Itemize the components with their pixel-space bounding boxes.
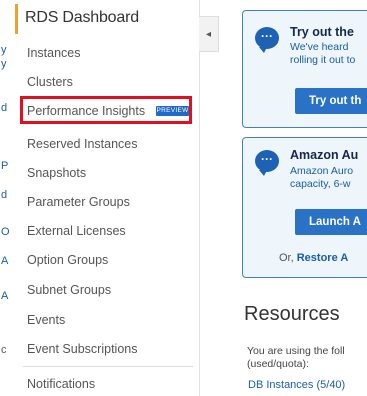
card-text: Amazon Auro [290,165,354,177]
try-out-button[interactable]: Try out th [295,88,367,114]
card-title: Amazon Au [290,148,359,162]
preview-badge: PREVIEW [156,106,189,116]
sidebar-item-instances[interactable]: Instances [27,46,81,60]
card-text: capacity, 6-w [290,178,351,190]
chevron-left-icon: ◂ [205,28,212,40]
sidebar-item-external-licenses[interactable]: External Licenses [27,224,126,238]
footer-prefix: Or, [279,252,294,264]
sidebar-item-performance-insights[interactable]: Performance Insights PREVIEW [20,96,192,124]
clipped-left-panel: y y d P d O A A c [0,0,14,396]
restore-link[interactable]: Restore A [297,252,349,264]
edge-fragment: y [1,58,7,70]
collapse-sidebar-button[interactable]: ◂ [199,16,219,52]
panel-divider [199,0,200,396]
edge-fragment: d [1,102,8,114]
sidebar-item-subnet-groups[interactable]: Subnet Groups [27,283,111,297]
edge-fragment: O [1,226,10,238]
sidebar-item-clusters[interactable]: Clusters [27,75,73,89]
sidebar-item-label: Performance Insights [27,104,146,118]
sidebar-item-event-subscriptions[interactable]: Event Subscriptions [27,342,137,356]
resources-text: (used/quota): [247,358,309,370]
edge-fragment: c [1,344,7,356]
edge-fragment: d [1,189,8,201]
sidebar-item-notifications[interactable]: Notifications [27,377,95,391]
edge-fragment: A [1,290,9,302]
edge-fragment: y [1,44,7,56]
card-text: We've heard [290,41,349,53]
edge-fragment: A [1,255,9,267]
resources-heading: Resources [244,303,340,325]
sidebar-item-events[interactable]: Events [27,313,65,327]
rds-sidebar: RDS Dashboard Instances Clusters Perform… [15,0,198,396]
chat-bubble-icon: ··· [255,150,279,176]
edge-fragment: P [1,160,9,172]
sidebar-item-parameter-groups[interactable]: Parameter Groups [27,195,130,209]
sidebar-title[interactable]: RDS Dashboard [25,9,139,27]
card-text: rolling it out to [290,54,356,66]
resources-text: You are using the foll [247,345,345,357]
db-instances-link[interactable]: DB Instances (5/40) [248,379,345,391]
launch-aurora-button[interactable]: Launch A [295,209,367,235]
promo-card-amazon-aurora: ··· Amazon Au Amazon Auro capacity, 6-w … [242,137,367,278]
card-title: Try out the [290,25,354,39]
promo-card-try-out: ··· Try out the We've heard rolling it o… [242,10,367,128]
sidebar-item-snapshots[interactable]: Snapshots [27,166,86,180]
card-footer: Or, Restore A [279,252,348,264]
sidebar-item-option-groups[interactable]: Option Groups [27,253,108,267]
active-section-accent [15,4,18,34]
sidebar-item-reserved-instances[interactable]: Reserved Instances [27,137,137,151]
chat-bubble-icon: ··· [255,27,279,53]
sidebar-divider [23,366,193,367]
